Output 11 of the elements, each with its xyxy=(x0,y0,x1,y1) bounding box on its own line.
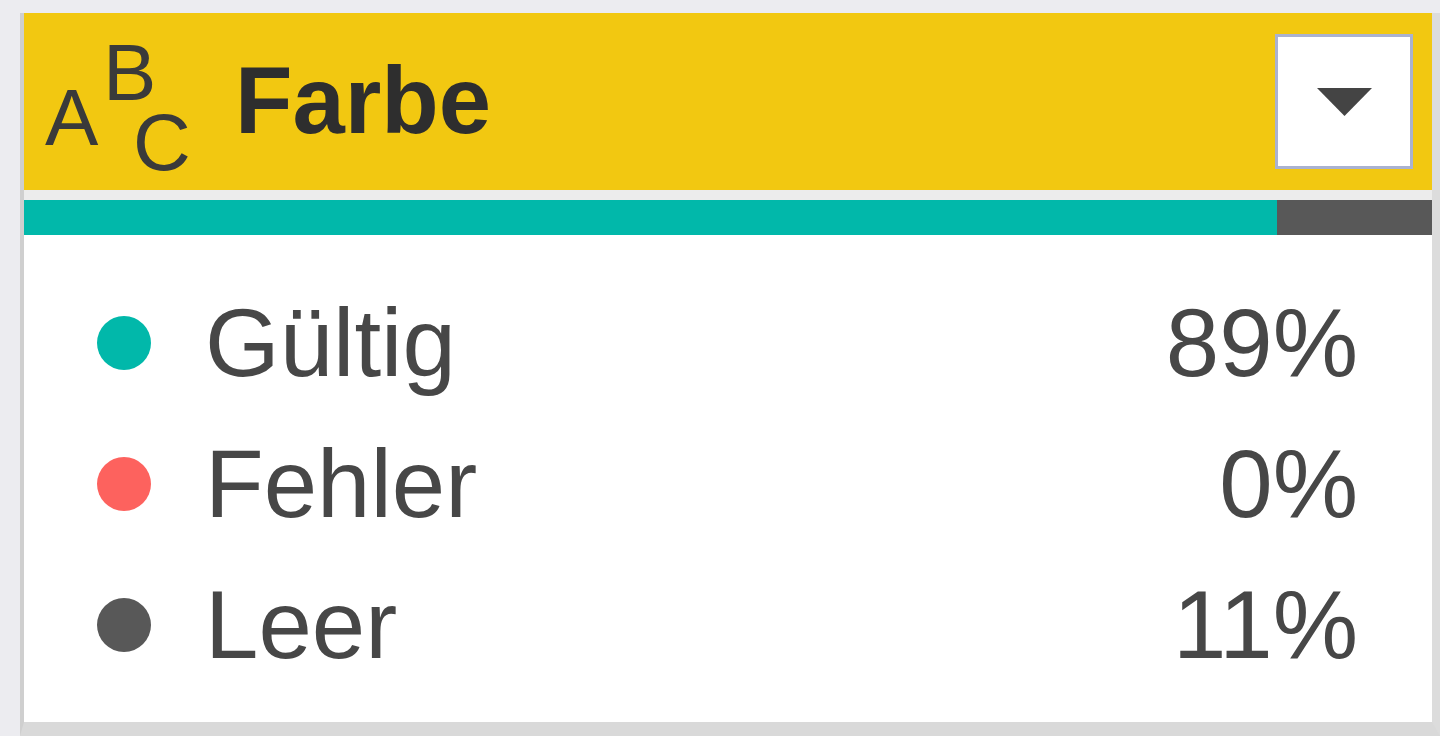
column-header[interactable]: ABC Farbe xyxy=(24,13,1432,190)
caret-icon xyxy=(1316,87,1372,116)
legend-percent: 89% xyxy=(1165,287,1358,398)
legend-percent: 11% xyxy=(1173,569,1358,680)
legend-percent: 0% xyxy=(1219,428,1358,539)
dropdown-button[interactable] xyxy=(1275,34,1413,169)
data-type-icon[interactable]: ABC xyxy=(45,29,193,183)
column-title: Farbe xyxy=(235,47,491,156)
legend-label: Gültig xyxy=(205,287,456,398)
legend-label: Leer xyxy=(205,569,398,680)
legend-label: Fehler xyxy=(205,428,478,539)
